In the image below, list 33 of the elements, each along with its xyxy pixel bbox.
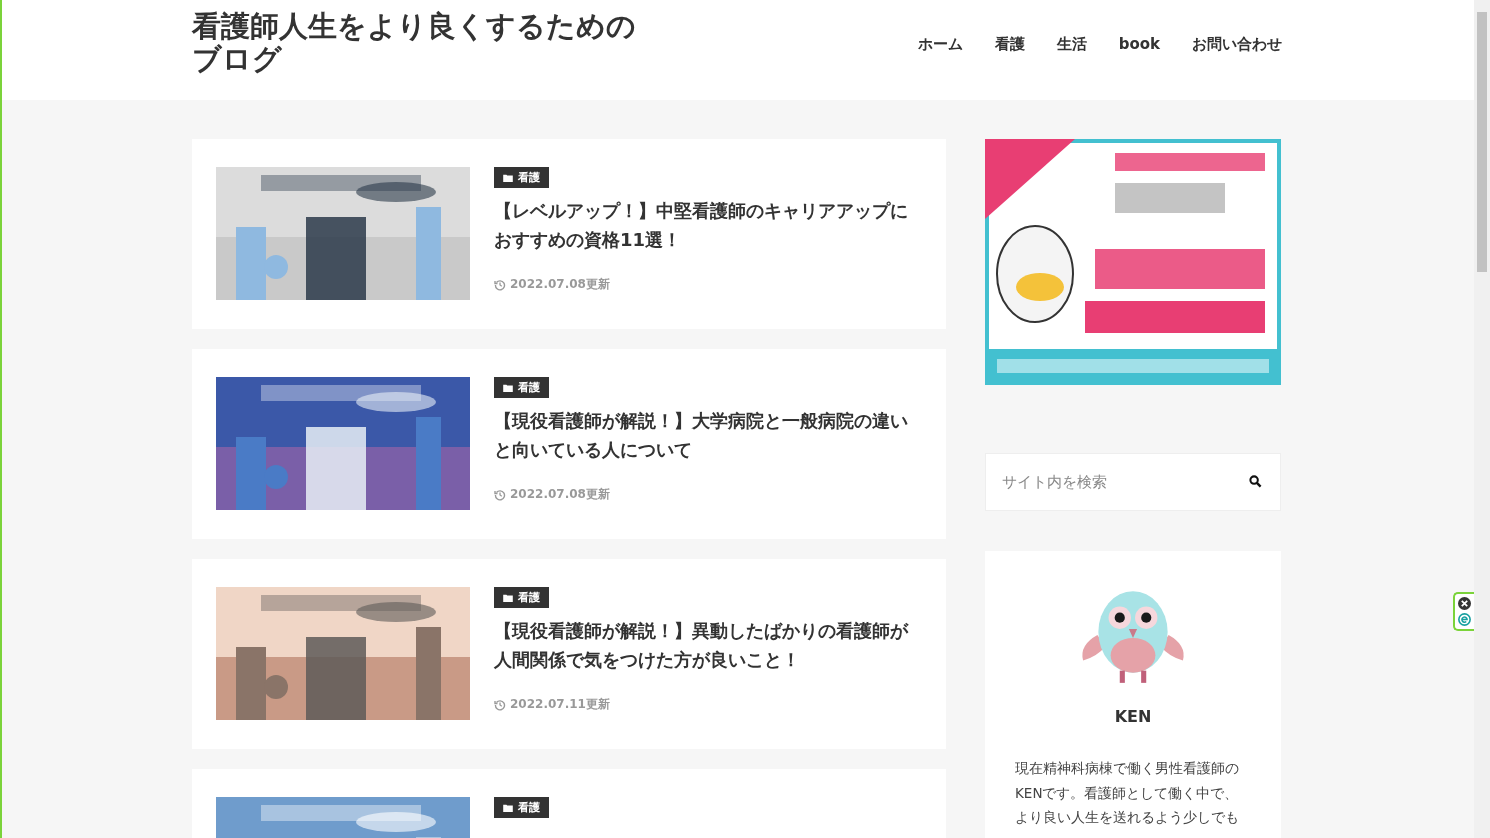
folder-icon: [503, 173, 513, 182]
post-title[interactable]: 【レベルアップ！】中堅看護師のキャリアアップにおすすめの資格11選！: [494, 196, 922, 266]
nav-link[interactable]: 生活: [1056, 35, 1087, 54]
post-title[interactable]: 【現役看護師が解説！】大学病院と一般病院の違いと向いている人について: [494, 406, 922, 476]
scrollbar[interactable]: [1474, 0, 1490, 838]
nav-link[interactable]: 看護: [994, 35, 1025, 54]
search-field[interactable]: サイト内を検索: [985, 453, 1281, 511]
category-tag[interactable]: 看護: [494, 587, 549, 608]
post-title[interactable]: 【現役看護師が解説！】異動したばかりの看護師が人間関係で気をつけた方が良いこと！: [494, 616, 922, 686]
post-date: 2022.07.11更新: [510, 696, 610, 713]
history-icon: [494, 278, 506, 291]
post-card[interactable]: 看護: [192, 769, 946, 838]
folder-icon: [503, 383, 513, 392]
folder-icon: [503, 593, 513, 602]
search-icon[interactable]: [1249, 475, 1262, 488]
category-tag[interactable]: 看護: [494, 797, 549, 818]
category-tag[interactable]: 看護: [494, 167, 549, 188]
post-date: 2022.07.08更新: [510, 486, 610, 503]
nav-link[interactable]: book: [1118, 35, 1160, 54]
folder-icon: [503, 803, 513, 812]
post-date: 2022.07.08更新: [510, 276, 610, 293]
site-title[interactable]: 看護師人生をより良くするためのブログ: [192, 10, 662, 76]
profile-bio: 現在精神科病棟で働く男性看護師のKENです。看護師として働く中で、より良い人生を送れるよう少しでも: [1015, 759, 1240, 827]
post-card[interactable]: 看護 【レベルアップ！】中堅看護師のキャリアアップにおすすめの資格11選！ 2022.07.08更新: [192, 139, 946, 329]
nav-link[interactable]: ホーム: [917, 35, 963, 54]
history-icon: [494, 488, 506, 501]
post-card[interactable]: 看護 【現役看護師が解説！】異動したばかりの看護師が人間関係で気をつけた方が良いこと！ 2022.07.11更新: [192, 559, 946, 749]
close-icon[interactable]: [1458, 597, 1471, 610]
nav-link[interactable]: お問い合わせ: [1192, 35, 1282, 54]
profile-name: KEN: [1114, 707, 1152, 726]
history-icon: [494, 698, 506, 711]
category-tag[interactable]: 看護: [494, 377, 549, 398]
post-card[interactable]: 看護 【現役看護師が解説！】大学病院と一般病院の違いと向いている人について 2022.07.08更新: [192, 349, 946, 539]
